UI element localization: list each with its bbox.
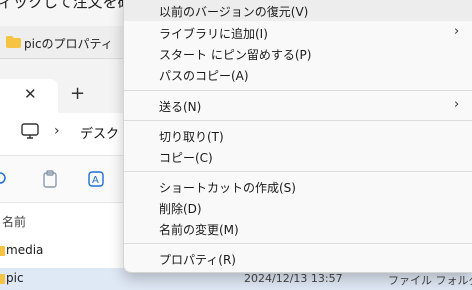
menu-item-label: ショートカットの作成(S) [159, 181, 296, 195]
paste-icon[interactable] [42, 170, 58, 191]
this-pc-icon [21, 123, 39, 142]
menu-item-label: プロパティ(R) [159, 253, 236, 267]
properties-window-title: picのプロパティ [24, 37, 113, 51]
menu-item-add-to-library[interactable]: ライブラリに追加(I) › [124, 22, 472, 43]
menu-item-label: 削除(D) [159, 202, 202, 216]
svg-text:A: A [92, 175, 99, 186]
menu-item-cut[interactable]: 切り取り(T) [124, 125, 472, 146]
menu-item-send-to[interactable]: 送る(N) › [124, 95, 472, 116]
column-header-name[interactable]: 名前 [2, 213, 26, 230]
file-name: media [6, 243, 44, 257]
menu-item-restore-previous-versions[interactable]: 以前のバージョンの復元(V) [124, 0, 472, 21]
menu-item-label: パスのコピー(A) [159, 69, 249, 83]
folder-icon [0, 273, 5, 287]
menu-item-label: 切り取り(T) [159, 130, 224, 144]
menu-item-delete[interactable]: 削除(D) [124, 197, 472, 218]
menu-item-label: 送る(N) [159, 100, 202, 114]
file-date: 2024/12/13 13:57 [244, 272, 343, 285]
breadcrumb-chevron-icon[interactable]: › [54, 123, 60, 139]
chevron-right-icon: › [454, 97, 460, 112]
folder-icon [6, 36, 21, 51]
menu-item-label: 以前のバージョンの復元(V) [159, 5, 309, 19]
menu-item-pin-to-start[interactable]: スタート にピン留めする(P) [124, 43, 472, 64]
menu-item-label: スタート にピン留めする(P) [159, 48, 312, 62]
menu-separator [124, 90, 472, 91]
context-menu: 以前のバージョンの復元(V) ライブラリに追加(I) › スタート にピン留めす… [123, 0, 472, 273]
rename-icon[interactable]: A [88, 170, 106, 191]
menu-item-copy-path[interactable]: パスのコピー(A) [124, 64, 472, 85]
folder-icon [0, 245, 5, 259]
document-partial-text: ィックして注文を確 [0, 0, 133, 11]
menu-item-label: コピー(C) [159, 151, 213, 165]
menu-item-rename[interactable]: 名前の変更(M) [124, 218, 472, 239]
file-name: pic [6, 271, 24, 285]
menu-item-label: ライブラリに追加(I) [159, 27, 268, 41]
tab-close-icon[interactable]: ✕ [24, 85, 37, 103]
menu-item-copy[interactable]: コピー(C) [124, 146, 472, 167]
menu-item-label: 名前の変更(M) [159, 223, 239, 237]
menu-item-create-shortcut[interactable]: ショートカットの作成(S) [124, 176, 472, 197]
menu-item-properties[interactable]: プロパティ(R) [124, 248, 472, 269]
chevron-right-icon: › [454, 24, 460, 39]
menu-separator [124, 243, 472, 244]
menu-separator [124, 120, 472, 121]
new-tab-icon[interactable]: + [70, 83, 85, 104]
cut-icon[interactable] [0, 170, 8, 189]
menu-separator [124, 171, 472, 172]
